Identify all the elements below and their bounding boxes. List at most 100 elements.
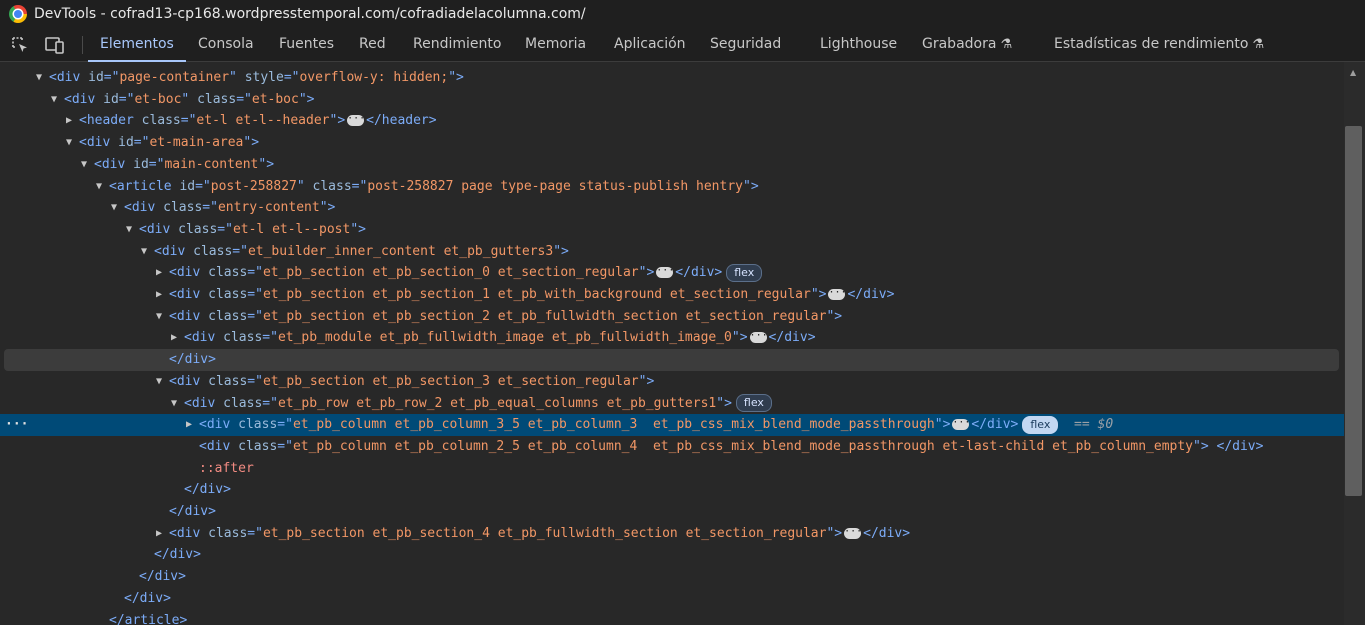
tab-grabadora[interactable]: Grabadora ⚗ xyxy=(922,28,1012,62)
collapsed-ellipsis-icon[interactable]: ··· xyxy=(656,266,674,279)
node-markup: <div class="et_pb_module et_pb_fullwidth… xyxy=(184,327,816,349)
collapsed-ellipsis-icon[interactable]: ··· xyxy=(828,288,847,300)
inspect-element-icon[interactable] xyxy=(9,34,31,56)
dom-tree-node[interactable]: ··· ▶ <div class="et_pb_column et_pb_colum… xyxy=(0,414,1344,437)
dom-tree-node[interactable]: ▼ <div id="et-main-area"> xyxy=(0,132,1344,154)
collapsed-triangle-icon[interactable]: ▶ xyxy=(171,327,177,349)
scrollbar-thumb[interactable] xyxy=(1345,126,1362,496)
tag-name: div xyxy=(863,287,887,302)
dom-tree-node[interactable]: <div class="et_pb_column et_pb_column_2_… xyxy=(0,436,1344,458)
dom-tree-node[interactable]: </article> xyxy=(0,610,1344,625)
tab-estadísticas-de-rendimiento[interactable]: Estadísticas de rendimiento ⚗ xyxy=(1054,28,1264,62)
attribute-quote: =" xyxy=(283,70,300,85)
dom-tree-node[interactable]: </div> xyxy=(0,501,1344,523)
tab-aplicación[interactable]: Aplicación xyxy=(614,28,686,62)
attribute-quote: =" xyxy=(277,438,293,454)
attribute-name: class xyxy=(238,417,278,433)
vertical-scrollbar[interactable]: ▲ xyxy=(1344,62,1365,625)
tag-bracket: < xyxy=(169,373,177,389)
dom-tree-node[interactable]: ▼ <div class="et_pb_section et_pb_section… xyxy=(0,371,1344,393)
expanded-triangle-icon[interactable]: ▼ xyxy=(36,67,42,89)
attribute-name: class xyxy=(208,265,248,281)
dom-tree-node[interactable]: </div> xyxy=(4,349,1339,372)
attribute-value: et-boc xyxy=(251,91,299,107)
attribute-quote: " xyxy=(743,178,751,194)
expanded-triangle-icon[interactable]: ▼ xyxy=(156,371,162,393)
dom-tree-node[interactable]: ▼ <div class="entry-content"> xyxy=(0,197,1344,219)
expanded-triangle-icon[interactable]: ▼ xyxy=(126,219,132,241)
expanded-triangle-icon[interactable]: ▼ xyxy=(156,306,162,328)
collapsed-triangle-icon[interactable]: ▶ xyxy=(156,284,162,306)
expanded-triangle-icon[interactable]: ▼ xyxy=(141,241,147,263)
tab-consola[interactable]: Consola xyxy=(198,28,254,62)
tab-elementos[interactable]: Elementos xyxy=(88,28,186,62)
attribute-value: et_pb_section et_pb_section_4 et_pb_full… xyxy=(262,525,827,541)
expanded-triangle-icon[interactable]: ▼ xyxy=(81,154,87,176)
tag-name: div xyxy=(987,417,1011,433)
scroll-up-icon[interactable]: ▲ xyxy=(1350,68,1356,77)
dom-tree-node[interactable]: ▼ <article id="post-258827" class="post-2… xyxy=(0,176,1344,198)
node-markup: <div class="et_pb_section et_pb_section_… xyxy=(169,262,763,284)
attribute-value: page-container xyxy=(119,70,230,85)
dom-tree-node[interactable]: ▶ <div class="et_pb_module et_pb_fullwidt… xyxy=(0,327,1344,349)
tab-label: Consola xyxy=(198,36,254,52)
tab-rendimiento[interactable]: Rendimiento xyxy=(413,28,501,62)
collapsed-ellipsis-icon[interactable]: ··· xyxy=(844,526,862,539)
attribute-quote: =" xyxy=(133,135,150,151)
tab-memoria[interactable]: Memoria xyxy=(525,28,586,62)
tab-seguridad[interactable]: Seguridad xyxy=(710,28,781,62)
flex-badge[interactable]: flex xyxy=(1022,415,1059,434)
collapsed-triangle-icon[interactable]: ▶ xyxy=(186,414,192,436)
tag-name: div xyxy=(690,265,715,281)
attribute-name: class xyxy=(193,243,233,259)
dom-tree-node[interactable]: ▼ <div class="et_pb_section et_pb_section… xyxy=(0,306,1344,328)
attribute-quote: =" xyxy=(103,70,120,85)
expanded-triangle-icon[interactable]: ▼ xyxy=(171,393,177,415)
node-markup: <div id="page-container" style="overflow… xyxy=(49,67,464,89)
attribute-value: et_pb_row et_pb_row_2 et_pb_equal_column… xyxy=(277,395,717,411)
dom-tree-node[interactable]: </div> xyxy=(0,544,1344,566)
expanded-triangle-icon[interactable]: ▼ xyxy=(66,132,72,154)
flex-badge[interactable]: flex xyxy=(726,263,763,282)
tag-bracket: </ xyxy=(675,265,691,281)
collapsed-ellipsis-icon[interactable]: ··· xyxy=(952,418,970,431)
tag-bracket: > xyxy=(223,482,231,498)
dom-tree-node[interactable]: ▶ <div class="et_pb_section et_pb_section… xyxy=(0,284,1344,306)
device-toolbar-icon[interactable] xyxy=(44,34,66,56)
tag-name: div xyxy=(878,525,903,541)
expanded-triangle-icon[interactable]: ▼ xyxy=(96,176,102,198)
attribute-value: post-258827 page type-page status-publis… xyxy=(367,178,743,194)
attribute-name: class xyxy=(141,113,181,129)
collapsed-triangle-icon[interactable]: ▶ xyxy=(156,262,162,284)
dom-tree-node[interactable]: ▶ <div class="et_pb_section et_pb_section… xyxy=(0,523,1344,545)
dom-tree-node[interactable]: ▼ <div class="et-l et-l--post"> xyxy=(0,219,1344,241)
dom-tree-node[interactable]: ▼ <div class="et_builder_inner_content et… xyxy=(0,241,1344,263)
attribute-quote: " xyxy=(296,178,305,194)
tab-fuentes[interactable]: Fuentes xyxy=(279,28,334,62)
dom-tree-node[interactable]: ::after xyxy=(0,458,1344,480)
dom-tree-node[interactable]: ▼ <div id="main-content"> xyxy=(0,154,1344,176)
tag-name: div xyxy=(154,569,179,585)
dom-tree-node[interactable]: ▼ <div id="page-container" style="overflo… xyxy=(0,67,1344,89)
expanded-triangle-icon[interactable]: ▼ xyxy=(51,89,57,111)
dom-tree-node[interactable]: </div> xyxy=(0,566,1344,588)
collapsed-triangle-icon[interactable]: ▶ xyxy=(156,523,162,545)
node-actions-icon[interactable]: ··· xyxy=(5,414,28,436)
tag-bracket: < xyxy=(64,91,72,107)
collapsed-ellipsis-icon[interactable]: ··· xyxy=(749,331,768,344)
dom-tree-node[interactable]: ▶ <header class="et-l et-l--header"> ···</… xyxy=(0,110,1344,132)
tab-lighthouse[interactable]: Lighthouse xyxy=(820,28,897,62)
dom-tree-node[interactable]: </div> xyxy=(0,479,1344,501)
attribute-quote: =" xyxy=(148,156,165,172)
attribute-name: class xyxy=(223,395,263,411)
collapsed-ellipsis-icon[interactable]: ··· xyxy=(347,114,365,127)
dom-tree-node[interactable]: ▼ <div class="et_pb_row et_pb_row_2 et_pb… xyxy=(0,393,1344,415)
collapsed-triangle-icon[interactable]: ▶ xyxy=(66,110,72,132)
expanded-triangle-icon[interactable]: ▼ xyxy=(111,197,117,219)
tab-red[interactable]: Red xyxy=(359,28,386,62)
flex-badge[interactable]: flex xyxy=(735,394,772,412)
dom-tree-node[interactable]: ▶ <div class="et_pb_section et_pb_section… xyxy=(0,262,1344,284)
dom-tree-node[interactable]: ▼ <div id="et-boc" class="et-boc"> xyxy=(0,89,1344,111)
dom-tree-node[interactable]: </div> xyxy=(0,588,1344,610)
attribute-value: main-content xyxy=(164,156,259,172)
